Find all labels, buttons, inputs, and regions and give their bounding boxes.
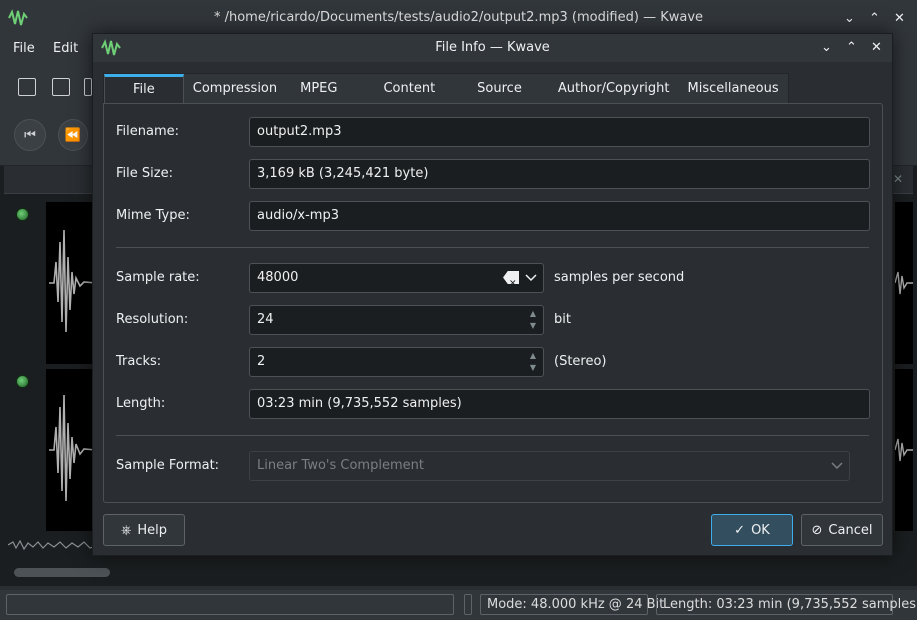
resolution-value: 24 (257, 312, 274, 327)
tab-content[interactable]: Content (361, 74, 457, 104)
main-window-title: * /home/ricardo/Documents/tests/audio2/o… (213, 10, 704, 25)
tab-miscellaneous[interactable]: Miscellaneous (679, 74, 788, 104)
tab-file[interactable]: File (104, 74, 184, 104)
file-size-label: File Size: (116, 166, 173, 181)
close-icon[interactable]: ✕ (890, 9, 909, 28)
tracks-spinbox[interactable]: 2 ▲ ▼ (249, 347, 544, 377)
resolution-label: Resolution: (116, 312, 189, 327)
mime-type-field[interactable]: audio/x-mp3 (249, 201, 870, 231)
help-button[interactable]: ⎈ Help (103, 514, 185, 546)
skip-to-start-icon[interactable]: ⏮ (14, 119, 46, 151)
track-1-waveform-right (894, 202, 913, 364)
chevron-down-icon (831, 462, 843, 470)
track-2-enable-led[interactable] (16, 375, 29, 388)
spin-arrows-icon[interactable]: ▲ ▼ (527, 308, 539, 332)
filename-field[interactable]: output2.mp3 (249, 117, 870, 147)
file-tab-panel: Filename: output2.mp3 File Size: 3,169 k… (103, 103, 883, 503)
rewind-icon[interactable]: ⏪ (58, 119, 88, 151)
sample-rate-label: Sample rate: (116, 270, 200, 285)
ok-button-label: OK (751, 522, 770, 538)
overview-waveform[interactable] (7, 538, 99, 552)
dialog-title-bar: File Info — Kwave ⌄ ⌃ ✕ (93, 34, 892, 62)
cancel-button[interactable]: ⊘ Cancel (801, 514, 883, 546)
track-1-waveform[interactable] (46, 202, 97, 364)
resolution-unit: bit (554, 312, 571, 327)
status-message-field (6, 594, 454, 615)
cancel-button-label: Cancel (828, 522, 873, 538)
new-file-icon[interactable] (18, 78, 36, 96)
menu-file[interactable]: File (13, 41, 35, 56)
help-button-label: Help (137, 522, 168, 538)
maximize-icon[interactable]: ⌃ (842, 38, 861, 57)
separator (116, 435, 869, 436)
tracks-label: Tracks: (116, 354, 162, 369)
resolution-spinbox[interactable]: 24 ▲ ▼ (249, 305, 544, 335)
sample-rate-unit: samples per second (554, 270, 685, 285)
length-label: Length: (116, 396, 166, 411)
close-icon[interactable]: ✕ (867, 38, 886, 57)
cancel-circle-icon: ⊘ (811, 522, 823, 538)
separator (116, 247, 869, 248)
ok-button[interactable]: ✓ OK (711, 514, 793, 546)
open-file-icon[interactable] (52, 78, 70, 96)
tab-bar: File Compression MPEG Content Source Aut… (103, 73, 789, 104)
tracks-value: 2 (257, 354, 266, 369)
sample-format-combo: Linear Two's Complement (249, 451, 850, 481)
main-title-bar: * /home/ricardo/Documents/tests/audio2/o… (0, 0, 917, 36)
tab-source[interactable]: Source (457, 74, 542, 104)
status-length: Length: 03:23 min (9,735,552 samples) (656, 594, 917, 615)
sample-rate-value: 48000 (257, 270, 299, 285)
dialog-title: File Info — Kwave (435, 40, 550, 55)
tab-mpeg[interactable]: MPEG (286, 74, 361, 104)
tab-compression[interactable]: Compression (184, 74, 286, 104)
track-2-waveform-right (894, 369, 913, 531)
sample-format-label: Sample Format: (116, 458, 220, 473)
length-field[interactable]: 03:23 min (9,735,552 samples) (249, 389, 870, 419)
sample-format-value: Linear Two's Complement (257, 458, 424, 473)
clear-text-icon[interactable] (503, 271, 519, 284)
tab-author-copyright[interactable]: Author/Copyright (542, 74, 679, 104)
save-file-icon[interactable] (84, 78, 92, 96)
track-1-enable-led[interactable] (16, 208, 29, 221)
status-bar: Mode: 48.000 kHz @ 24 Bit Length: 03:23 … (0, 590, 917, 620)
track-2-waveform[interactable] (46, 369, 97, 531)
sample-rate-combo[interactable]: 48000 (249, 263, 544, 293)
minimize-icon[interactable]: ⌄ (840, 9, 859, 28)
spin-arrows-icon[interactable]: ▲ ▼ (527, 350, 539, 374)
file-size-field[interactable]: 3,169 kB (3,245,421 byte) (249, 159, 870, 189)
minimize-icon[interactable]: ⌄ (817, 38, 836, 57)
checkmark-icon: ✓ (734, 522, 746, 538)
horizontal-scrollbar[interactable] (14, 568, 110, 577)
maximize-icon[interactable]: ⌃ (865, 9, 884, 28)
status-mode: Mode: 48.000 kHz @ 24 Bit (480, 594, 664, 615)
tracks-unit: (Stereo) (554, 354, 607, 369)
track-close-icon[interactable]: ✕ (893, 172, 903, 186)
file-info-dialog: File Info — Kwave ⌄ ⌃ ✕ File Compression… (92, 33, 893, 556)
mime-type-label: Mime Type: (116, 208, 190, 223)
status-progress (464, 594, 472, 615)
menu-edit[interactable]: Edit (53, 41, 78, 56)
help-lifebuoy-icon: ⎈ (120, 522, 132, 538)
chevron-down-icon[interactable] (525, 271, 537, 283)
filename-label: Filename: (116, 124, 180, 139)
